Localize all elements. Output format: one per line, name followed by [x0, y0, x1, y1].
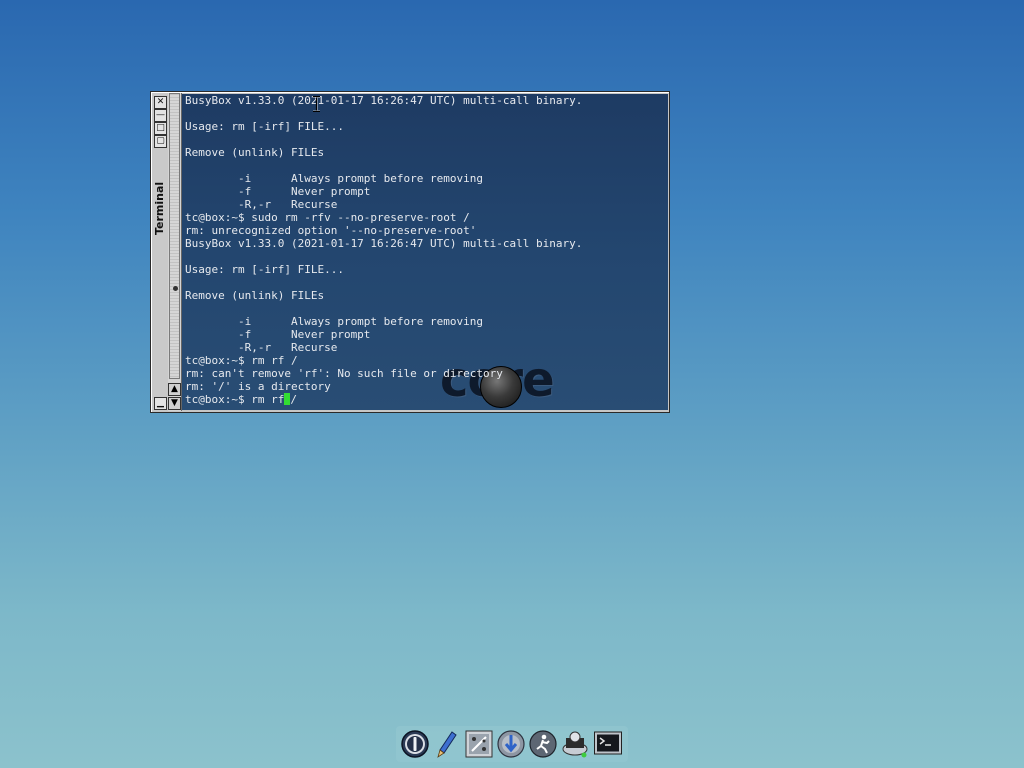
maximize-button[interactable]: □: [154, 122, 167, 135]
terminal-line: -f Never prompt: [185, 185, 371, 198]
scrollbar-grip-icon: [173, 286, 178, 291]
mount-tool-icon[interactable]: [560, 729, 590, 759]
terminal-line: Remove (unlink) FILEs: [185, 289, 325, 302]
terminal-line: tc@box:~$ rm rf /: [185, 354, 298, 367]
run-icon[interactable]: [528, 729, 558, 759]
close-button[interactable]: ✕: [154, 96, 167, 109]
window-titlebar[interactable]: ✕ — □ ▢ Terminal ▁: [152, 93, 169, 411]
terminal-line: BusyBox v1.33.0 (2021-01-17 16:26:47 UTC…: [185, 237, 583, 250]
terminal-line: rm: can't remove 'rf': No such file or d…: [185, 367, 503, 380]
terminal-line: Remove (unlink) FILEs: [185, 146, 325, 159]
shade-button[interactable]: ▁: [154, 397, 167, 410]
terminal-line: BusyBox v1.33.0 (2021-01-17 16:26:47 UTC…: [185, 94, 583, 107]
terminal-line: -f Never prompt: [185, 328, 371, 341]
terminal-text: BusyBox v1.33.0 (2021-01-17 16:26:47 UTC…: [182, 94, 668, 406]
terminal-prompt-line[interactable]: tc@box:~$ rm rf /: [185, 393, 668, 406]
power-icon[interactable]: [400, 729, 430, 759]
terminal-line: rm: '/' is a directory: [185, 380, 331, 393]
terminal-line: tc@box:~$ sudo rm -rfv --no-preserve-roo…: [185, 211, 470, 224]
terminal-line: -R,-r Recurse: [185, 341, 338, 354]
ibeam-cursor-icon: [313, 96, 320, 112]
control-panel-icon[interactable]: [464, 729, 494, 759]
terminal-window[interactable]: ✕ — □ ▢ Terminal ▁ ▲ ▼ core BusyBox v1.3…: [150, 91, 670, 413]
dock: [396, 726, 628, 762]
scroll-down-button[interactable]: ▼: [168, 397, 181, 410]
command-input[interactable]: rm rf: [251, 393, 284, 406]
command-input-tail: /: [290, 393, 297, 406]
scroll-up-button[interactable]: ▲: [168, 383, 181, 396]
terminal-icon[interactable]: [593, 729, 623, 759]
scrollbar[interactable]: ▲ ▼: [168, 93, 182, 411]
terminal-output-area[interactable]: core BusyBox v1.33.0 (2021-01-17 16:26:4…: [182, 94, 668, 410]
terminal-line: rm: unrecognized option '--no-preserve-r…: [185, 224, 477, 237]
desktop: ✕ — □ ▢ Terminal ▁ ▲ ▼ core BusyBox v1.3…: [0, 0, 1024, 768]
terminal-line: -R,-r Recurse: [185, 198, 338, 211]
editor-icon[interactable]: [432, 729, 462, 759]
prompt-text: tc@box:~$: [185, 393, 252, 406]
terminal-line: Usage: rm [-irf] FILE...: [185, 263, 344, 276]
terminal-line: Usage: rm [-irf] FILE...: [185, 120, 344, 133]
iconify-button[interactable]: —: [154, 109, 167, 122]
install-icon[interactable]: [496, 729, 526, 759]
scrollbar-thumb[interactable]: [169, 93, 180, 379]
window-title: Terminal: [153, 181, 166, 235]
terminal-line: -i Always prompt before removing: [185, 172, 484, 185]
restore-button[interactable]: ▢: [154, 135, 167, 148]
terminal-line: -i Always prompt before removing: [185, 315, 484, 328]
